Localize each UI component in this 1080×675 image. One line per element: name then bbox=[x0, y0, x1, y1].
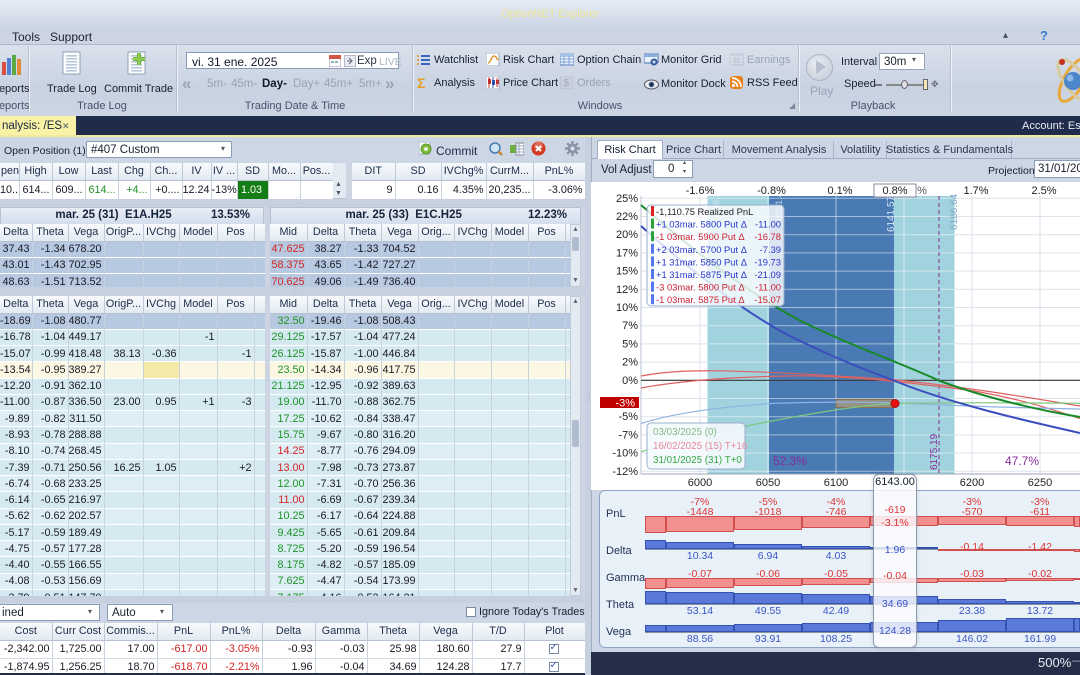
svg-text:+1 31mar. 5875 Put Δ: +1 31mar. 5875 Put Δ bbox=[656, 269, 747, 280]
svg-text:-0.8%: -0.8% bbox=[757, 185, 786, 197]
svg-text:6050: 6050 bbox=[756, 477, 780, 489]
svg-text:-12%: -12% bbox=[612, 466, 638, 478]
svg-text:6200: 6200 bbox=[960, 477, 984, 489]
svg-text:-11.00: -11.00 bbox=[755, 282, 781, 293]
svg-text:-7%: -7% bbox=[618, 429, 638, 441]
svg-text:10%: 10% bbox=[616, 302, 638, 314]
svg-text:16/02/2025 (15) T+16: 16/02/2025 (15) T+16 bbox=[653, 441, 748, 452]
svg-text:5%: 5% bbox=[622, 338, 638, 350]
svg-text:12%: 12% bbox=[616, 284, 638, 296]
svg-text:-5%: -5% bbox=[618, 411, 638, 423]
svg-text:6141.57: 6141.57 bbox=[886, 195, 897, 232]
svg-text:-21.09: -21.09 bbox=[754, 269, 781, 280]
svg-text:52.3%: 52.3% bbox=[773, 454, 807, 468]
svg-text:-11.00: -11.00 bbox=[755, 219, 781, 230]
svg-text:7%: 7% bbox=[622, 320, 638, 332]
svg-text:6250: 6250 bbox=[1028, 477, 1052, 489]
svg-text:2.5%: 2.5% bbox=[1031, 185, 1056, 197]
svg-text:20%: 20% bbox=[616, 229, 638, 241]
svg-text:1.7%: 1.7% bbox=[963, 185, 988, 197]
svg-text:17%: 17% bbox=[616, 247, 638, 259]
svg-text:2%: 2% bbox=[622, 357, 638, 369]
svg-text:-3%: -3% bbox=[615, 398, 635, 410]
svg-text:-15.07: -15.07 bbox=[754, 294, 781, 305]
svg-text:-7.39: -7.39 bbox=[760, 244, 781, 255]
svg-text:15%: 15% bbox=[616, 266, 638, 278]
svg-text:+1 03mar. 5800 Put Δ: +1 03mar. 5800 Put Δ bbox=[656, 219, 747, 230]
svg-text:-1.6%: -1.6% bbox=[686, 185, 715, 197]
svg-text:6000: 6000 bbox=[688, 477, 712, 489]
svg-text:03/03/2025 (0): 03/03/2025 (0) bbox=[653, 427, 717, 438]
svg-text:6100: 6100 bbox=[824, 477, 848, 489]
svg-text:-1,110.75 Realized PnL: -1,110.75 Realized PnL bbox=[656, 206, 753, 217]
svg-text:0%: 0% bbox=[622, 375, 638, 387]
svg-text:31/01/2025 (31) T+0: 31/01/2025 (31) T+0 bbox=[653, 455, 742, 466]
svg-text:22%: 22% bbox=[616, 211, 638, 223]
svg-text:6186.64: 6186.64 bbox=[949, 193, 960, 230]
svg-text:+1 31mar. 5850 Put Δ: +1 31mar. 5850 Put Δ bbox=[656, 256, 747, 267]
svg-text:-10%: -10% bbox=[612, 448, 638, 460]
svg-text:-1 03mar. 5875 Put Δ: -1 03mar. 5875 Put Δ bbox=[656, 294, 745, 305]
svg-text:-1 03mar. 5900 Put Δ: -1 03mar. 5900 Put Δ bbox=[656, 231, 745, 242]
svg-text:-16.78: -16.78 bbox=[754, 231, 781, 242]
svg-text:47.7%: 47.7% bbox=[1005, 454, 1039, 468]
svg-text:+2 03mar. 5700 Put Δ: +2 03mar. 5700 Put Δ bbox=[656, 244, 747, 255]
svg-text:Σ: Σ bbox=[417, 76, 425, 90]
svg-text:0.1%: 0.1% bbox=[827, 185, 852, 197]
svg-text:6175.19: 6175.19 bbox=[929, 433, 940, 470]
svg-text:-19.73: -19.73 bbox=[754, 256, 781, 267]
svg-text:25%: 25% bbox=[616, 193, 638, 205]
svg-text:$: $ bbox=[564, 78, 570, 89]
svg-text:0.8%: 0.8% bbox=[882, 185, 907, 197]
svg-text:%: % bbox=[917, 185, 927, 197]
svg-text:-3 03mar. 5800 Put Δ: -3 03mar. 5800 Put Δ bbox=[656, 282, 745, 293]
